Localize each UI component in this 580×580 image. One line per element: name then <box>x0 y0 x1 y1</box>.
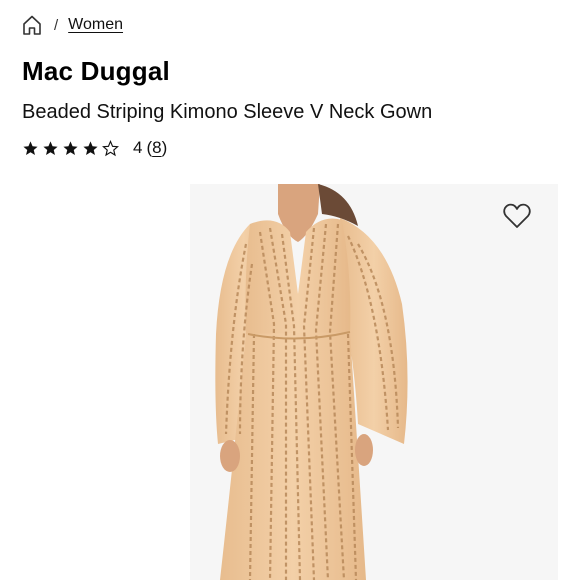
star-filled-icon <box>42 140 59 157</box>
star-filled-icon <box>82 140 99 157</box>
gown-photo <box>215 184 408 580</box>
star-rating <box>22 139 119 157</box>
review-count-link[interactable]: (8) <box>146 138 167 158</box>
breadcrumb: / Women <box>22 14 123 36</box>
rating-summary: 4 (8) <box>22 138 167 158</box>
brand-name[interactable]: Mac Duggal <box>22 56 170 87</box>
product-image-panel[interactable] <box>190 184 558 580</box>
star-filled-icon <box>22 140 39 157</box>
breadcrumb-separator: / <box>54 16 59 34</box>
star-empty-icon <box>102 139 119 157</box>
heart-icon[interactable] <box>502 202 532 230</box>
breadcrumb-link-women[interactable]: Women <box>68 16 123 34</box>
review-count[interactable]: 8 <box>152 138 161 157</box>
star-filled-icon <box>62 140 79 157</box>
rating-value: 4 <box>133 138 143 157</box>
review-count-close: ) <box>161 138 168 157</box>
product-title: Beaded Striping Kimono Sleeve V Neck Gow… <box>22 101 433 123</box>
home-icon[interactable] <box>22 14 42 36</box>
